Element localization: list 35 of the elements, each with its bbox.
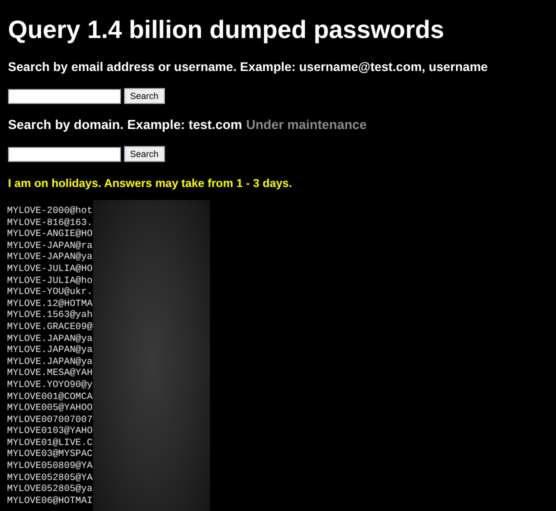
page-title: Query 1.4 billion dumped passwords bbox=[8, 15, 446, 46]
result-line: MYLOVE-JULIA@HO bbox=[7, 262, 93, 275]
result-line: MYLOVE-YOU@ukr. bbox=[7, 286, 93, 298]
result-line: MYLOVE-ANGIE@HO bbox=[7, 228, 93, 240]
result-line: MYLOVE.12@HOTMA bbox=[7, 298, 93, 310]
result-line: MYLOVE06@HOTMAI bbox=[7, 494, 93, 506]
result-line: MYLOVE-2000@hot bbox=[7, 205, 93, 217]
result-line: MYLOVE052805@YA bbox=[7, 472, 93, 484]
search-button[interactable]: Search bbox=[124, 146, 165, 162]
result-line: MYLOVE01@LIVE.C bbox=[7, 436, 93, 448]
email-search-field[interactable] bbox=[8, 88, 121, 104]
result-line: MYLOVE.GRACE09@ bbox=[7, 320, 93, 333]
result-line: MYLOVE03@MYSPAC bbox=[7, 448, 93, 460]
result-line: MYLOVE001@COMCA bbox=[7, 390, 93, 402]
maintenance-status: Under maintenance bbox=[246, 116, 367, 134]
result-line: MYLOVE052805@ya bbox=[7, 483, 93, 495]
result-line: MYLOVE005@YAHOO bbox=[7, 402, 93, 414]
result-line: MYLOVE-JAPAN@ya bbox=[7, 251, 93, 263]
result-line: MYLOVE.YOYO90@y bbox=[7, 378, 93, 390]
domain-search-field[interactable] bbox=[8, 146, 121, 162]
search-button[interactable]: Search bbox=[124, 88, 165, 104]
result-line: MYLOVE007007007 bbox=[7, 414, 93, 426]
domain-search-label: Search by domain. Example: test.com bbox=[8, 116, 242, 134]
result-line: MYLOVE.1563@yah bbox=[7, 309, 93, 321]
result-line: MYLOVE-816@163. bbox=[7, 216, 93, 228]
result-line: MYLOVE0103@YAHO bbox=[7, 425, 93, 437]
result-line: MYLOVE-JULIA@ho bbox=[7, 274, 93, 286]
holiday-notice: I am on holidays. Answers may take from 1 - 3 days. bbox=[8, 177, 293, 192]
result-line: MYLOVE-JAPAN@ra bbox=[7, 240, 93, 252]
result-line: MYLOVE.JAPAN@ya bbox=[7, 332, 93, 344]
result-line: MYLOVE.JAPAN@ya bbox=[7, 344, 93, 356]
result-line: MYLOVE050809@YA bbox=[7, 460, 93, 472]
result-line: MYLOVE.JAPAN@ya bbox=[7, 356, 93, 368]
email-search-label: Search by email address or username. Example: username@test.com, username bbox=[8, 59, 489, 76]
result-line: MYLOVE.MESA@YAH bbox=[7, 367, 93, 379]
